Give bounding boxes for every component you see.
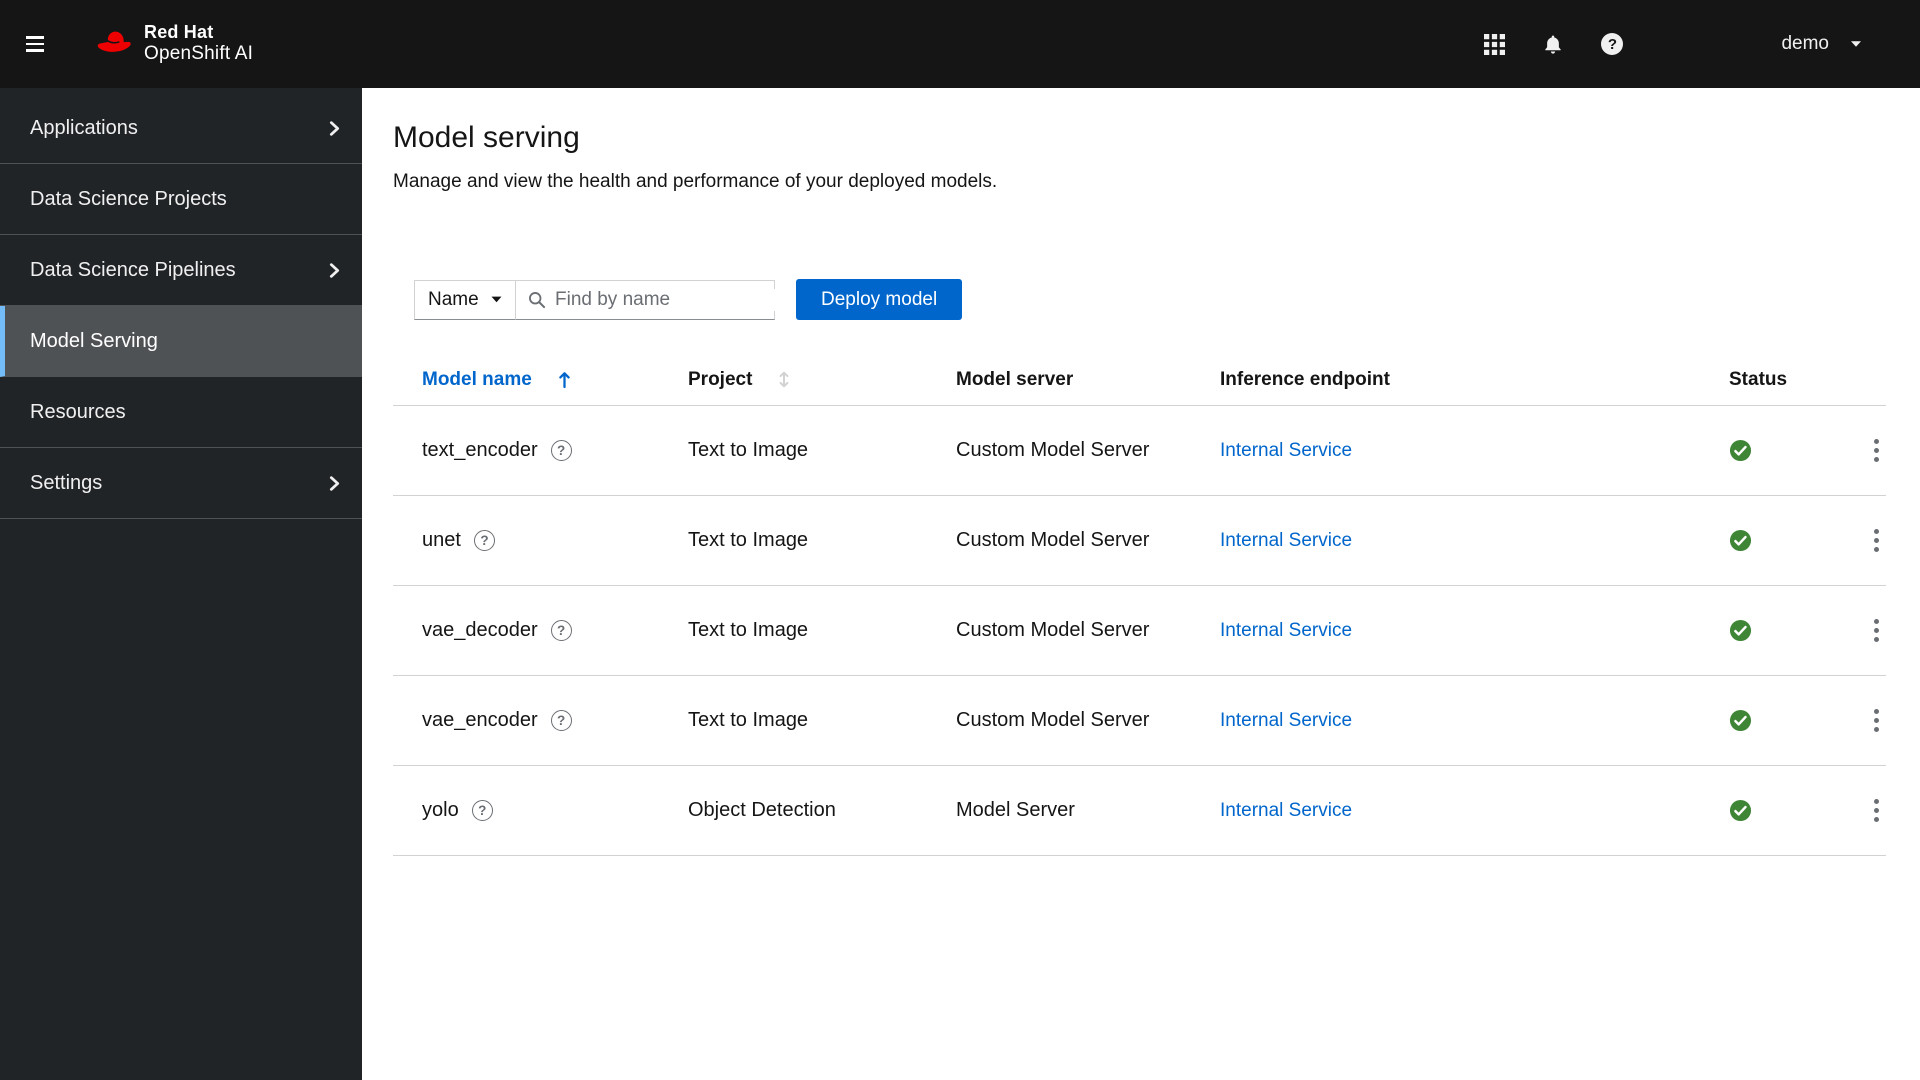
red-hat-fedora-icon — [92, 29, 134, 59]
status-success-icon — [1729, 439, 1800, 462]
internal-service-link[interactable]: Internal Service — [1220, 800, 1352, 821]
notifications-bell-icon[interactable] — [1542, 32, 1564, 56]
column-header-model-server: Model server — [927, 355, 1191, 406]
nav-label: Resources — [30, 400, 126, 423]
caret-down-icon — [1850, 40, 1862, 48]
kebab-menu-button[interactable] — [1868, 433, 1885, 468]
column-header-status: Status — [1700, 355, 1800, 406]
deploy-model-button[interactable]: Deploy model — [796, 279, 963, 320]
column-header-project[interactable]: Project — [659, 355, 927, 406]
kebab-menu-button[interactable] — [1868, 793, 1885, 828]
nav-label: Applications — [30, 116, 138, 139]
main-content: Model serving Manage and view the health… — [362, 88, 1920, 1080]
kebab-menu-button[interactable] — [1868, 523, 1885, 558]
sidebar-item-settings[interactable]: Settings — [0, 448, 362, 519]
page-subtitle: Manage and view the health and performan… — [393, 171, 998, 192]
model-name: vae_decoder — [422, 618, 538, 641]
model-server-cell: Custom Model Server — [927, 675, 1191, 766]
column-header-actions — [1800, 355, 1886, 406]
search-icon — [528, 291, 546, 309]
question-circle-icon[interactable]: ? — [471, 799, 493, 821]
app-launcher-icon[interactable] — [1483, 32, 1505, 56]
username: demo — [1781, 33, 1829, 54]
status-success-icon — [1729, 529, 1800, 552]
sort-ascending-icon — [558, 371, 571, 389]
table-row: yolo ? Object Detection Model Server Int… — [393, 765, 1886, 856]
model-name: yolo — [422, 798, 459, 821]
chevron-right-icon — [329, 262, 340, 279]
chevron-right-icon — [329, 120, 340, 137]
product-name: OpenShift AI — [144, 42, 254, 64]
project-cell: Object Detection — [659, 765, 927, 856]
sortable-arrows-icon — [778, 370, 790, 389]
kebab-menu-button[interactable] — [1868, 703, 1885, 738]
user-dropdown[interactable]: demo — [1781, 33, 1862, 55]
internal-service-link[interactable]: Internal Service — [1220, 440, 1352, 461]
caret-down-icon — [491, 296, 502, 303]
model-server-cell: Custom Model Server — [927, 405, 1191, 496]
internal-service-link[interactable]: Internal Service — [1220, 530, 1352, 551]
question-circle-icon[interactable]: ? — [550, 439, 572, 461]
chevron-right-icon — [329, 475, 340, 492]
search-box — [516, 279, 800, 320]
nav-label: Data Science Pipelines — [30, 258, 236, 281]
nav-label: Data Science Projects — [30, 187, 227, 210]
table-header-row: Model name Project Model server Inferenc… — [393, 355, 1886, 406]
model-server-cell: Custom Model Server — [927, 495, 1191, 586]
table-row: unet ? Text to Image Custom Model Server… — [393, 495, 1886, 586]
question-circle-icon[interactable]: ? — [473, 529, 495, 551]
model-name: text_encoder — [422, 438, 538, 461]
project-cell: Text to Image — [659, 675, 927, 766]
model-server-cell: Custom Model Server — [927, 585, 1191, 676]
brand-name: Red Hat — [144, 22, 214, 43]
status-success-icon — [1729, 709, 1800, 732]
nav-label: Settings — [30, 471, 103, 494]
masthead: Red Hat OpenShift AI ? demo — [0, 0, 1920, 88]
table-row: text_encoder ? Text to Image Custom Mode… — [393, 405, 1886, 496]
kebab-menu-button[interactable] — [1868, 613, 1885, 648]
status-success-icon — [1729, 619, 1800, 642]
question-circle-icon[interactable]: ? — [550, 709, 572, 731]
internal-service-link[interactable]: Internal Service — [1220, 710, 1352, 731]
model-server-cell: Model Server — [927, 765, 1191, 856]
search-input[interactable] — [555, 288, 800, 311]
sidebar-item-data-science-projects[interactable]: Data Science Projects — [0, 164, 362, 235]
filter-type-label: Name — [428, 288, 479, 310]
question-circle-icon[interactable]: ? — [550, 619, 572, 641]
model-name: unet — [422, 528, 461, 551]
model-table-body: text_encoder ? Text to Image Custom Mode… — [393, 405, 1886, 856]
table-row: vae_decoder ? Text to Image Custom Model… — [393, 585, 1886, 676]
nav-label: Model Serving — [30, 329, 158, 352]
sidebar-item-applications[interactable]: Applications — [0, 93, 362, 164]
page-title: Model serving — [393, 121, 580, 154]
sidebar-item-model-serving[interactable]: Model Serving — [0, 306, 362, 377]
filter-type-select[interactable]: Name — [414, 279, 516, 320]
model-serving-table: Model name Project Model server Inferenc… — [393, 355, 1886, 856]
help-icon[interactable]: ? — [1601, 32, 1624, 56]
sidebar-item-resources[interactable]: Resources — [0, 377, 362, 448]
project-cell: Text to Image — [659, 585, 927, 676]
status-success-icon — [1729, 799, 1800, 822]
internal-service-link[interactable]: Internal Service — [1220, 620, 1352, 641]
model-name: vae_encoder — [422, 708, 538, 731]
table-toolbar: Name Deploy model — [414, 279, 1886, 320]
project-cell: Text to Image — [659, 405, 927, 496]
project-cell: Text to Image — [659, 495, 927, 586]
table-row: vae_encoder ? Text to Image Custom Model… — [393, 675, 1886, 766]
nav-toggle-button[interactable] — [26, 24, 66, 64]
sidebar-item-data-science-pipelines[interactable]: Data Science Pipelines — [0, 235, 362, 306]
brand-logo[interactable]: Red Hat OpenShift AI — [92, 22, 254, 65]
column-header-inference-endpoint: Inference endpoint — [1191, 355, 1700, 406]
side-navigation: Applications Data Science Projects Data … — [0, 88, 362, 1080]
column-header-model-name[interactable]: Model name — [393, 355, 659, 406]
